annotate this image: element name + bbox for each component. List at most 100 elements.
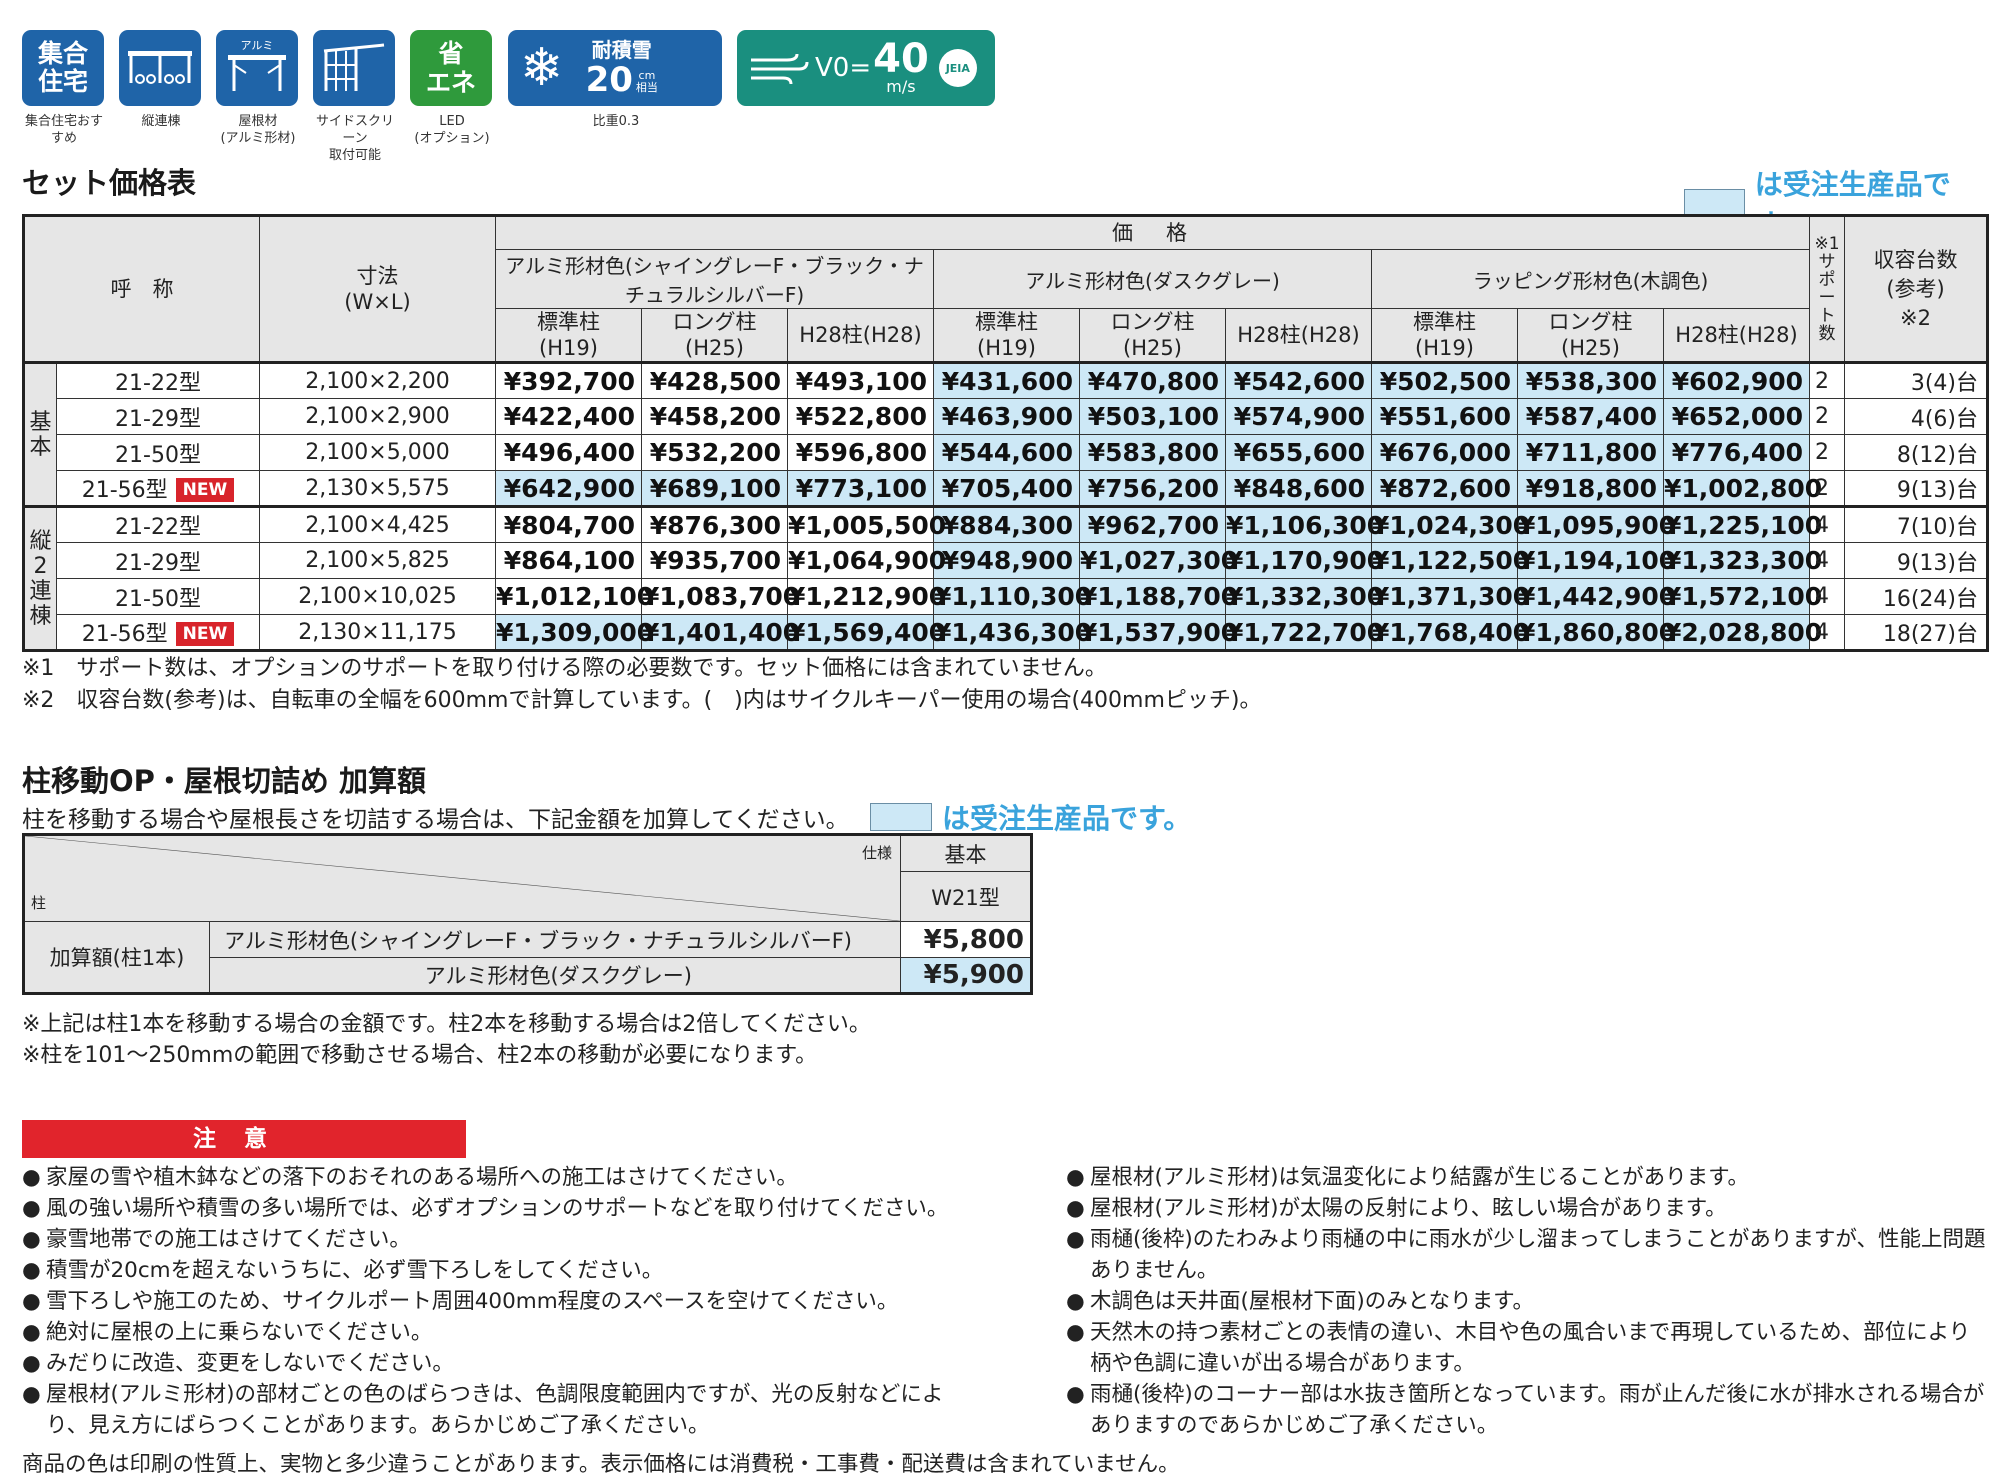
price-cell: ¥1,170,900 [1225,542,1384,579]
header-capacity: 収容台数 (参考) ※2 [1844,215,1989,363]
model-name: 21-29型 [115,550,201,576]
price-cell: ¥1,194,100 [1517,542,1676,579]
price-cell: ¥804,700 [495,505,642,543]
price-cell: ¥689,100 [641,470,788,507]
aluminum-label: アルミ [240,39,274,52]
bullet-icon: ● [22,1351,41,1376]
price-cell: ¥705,400 [933,470,1080,507]
header-price: 価 格 [494,215,1811,250]
price-cell: ¥1,860,800 [1517,614,1676,651]
caution-text: 雪下ろしや施工のため、サイクルポート周囲400mm程度のスペースを空けてください… [46,1289,899,1314]
addon-header-row-1: 仕様 柱 基本 [23,834,1032,922]
caution-item: ● 積雪が20cmを超えないうちに、必ず雪下ろしをしてください。 [22,1255,972,1286]
model-name-cell: 21-50型 [56,434,260,471]
model-name: 21-22型 [115,515,201,540]
caution-text: 風の強い場所や積雪の多い場所では、必ずオプションのサポートなどを取り付けてくださ… [46,1196,949,1221]
subheader-2-2: H28柱(H28) [1662,308,1811,363]
price-cell: ¥422,400 [495,398,642,435]
model-name-cell: 21-22型 [56,361,260,399]
price-cell: ¥1,442,900 [1517,578,1676,615]
price-cell: ¥544,600 [933,434,1080,471]
capacity: 3(4)台 [1844,361,1989,399]
feature-snow-load: ❄ 耐積雪 20 cm 相当 比重0.3 [508,30,724,130]
bullet-icon: ● [22,1258,41,1283]
section-label: 基 本 [23,361,57,507]
group-aluminum-standard: アルミ形材色(シャイングレーF・ブラック・ナチュラルシルバーF) [495,249,934,309]
price-cell: ¥1,722,700 [1225,614,1384,651]
price-row: 21-50型 2,100×10,025 ¥1,012,100 ¥1,083,700 ¥1… [24,578,1989,615]
caution-right-column: ● 屋根材(アルミ形材)は気温変化により結露が生じることがあります。 ● 屋根材(アル… [1066,1162,1991,1441]
energy-caption: LED (オプション) [414,114,490,146]
jeia-badge: JEIA [938,49,977,87]
caution-item: ● 木調色は天井面(屋根材下面)のみとなります。 [1066,1286,1991,1317]
price-cell: ¥1,371,300 [1371,578,1530,615]
model-name: 21-29型 [115,406,201,432]
header-name: 呼 称 [23,215,260,363]
addon-color-dusk: アルミ形材色(ダスクグレー) [209,957,901,994]
dimension: 2,100×10,025 [259,578,496,615]
addon-row-label: 加算額(柱1本) [23,921,210,994]
tandem-carport-icon [119,30,201,106]
price-cell: ¥551,600 [1371,398,1518,435]
snow-label: 耐積雪 [591,38,652,62]
snow-unit: cm 相当 [635,69,658,94]
caution-header: 注意 [22,1120,466,1158]
set-price-table: 呼 称 寸法 (W×L) 価 格 ※1 サポート数 収容台数 (参考) ※2 ア… [22,214,1990,652]
caution-text: 雨樋(後枠)のコーナー部は水抜き箇所となっています。雨が止んだ後に水が排水される… [1090,1382,1985,1438]
price-cell: ¥1,572,100 [1662,578,1822,615]
dimension: 2,100×5,825 [259,542,496,579]
tandem-caption: 縦連棟 [141,114,181,129]
caution-text: 絶対に屋根の上に乗らないでください。 [46,1320,433,1345]
price-cell: ¥1,005,500 [787,505,946,543]
bullet-icon: ● [22,1196,41,1221]
caution-text: 積雪が20cmを超えないうちに、必ず雪下ろしをしてください。 [46,1258,664,1283]
price-cell: ¥1,569,400 [787,614,946,651]
wind-value: 40 [873,36,929,82]
price-cell: ¥1,188,700 [1079,578,1238,615]
group-aluminum-dusk: アルミ形材色(ダスクグレー) [933,249,1372,309]
price-cell: ¥935,700 [641,542,788,579]
price-cell: ¥676,000 [1371,434,1518,471]
price-row: 21-56型 NEW 2,130×11,175 ¥1,309,000 ¥1,401,40… [24,614,1989,651]
footer-disclaimer: 商品の色は印刷の性質上、実物と多少違うことがあります。表示価格には消費税・工事費… [22,1452,1180,1477]
subheader-1-2: H28柱(H28) [1225,308,1372,363]
set-price-title: セット価格表 [22,166,197,200]
model-name-cell: 21-56型 NEW [56,470,260,507]
price-row: 21-56型 NEW 2,130×5,575 ¥642,900 ¥689,100 ¥773… [24,470,1989,507]
price-cell: ¥1,323,300 [1662,542,1822,579]
energy-saving-icon: 省 エネ [410,30,492,106]
model-name-cell: 21-22型 [56,505,260,543]
price-cell: ¥583,800 [1079,434,1226,471]
price-cell: ¥711,800 [1517,434,1664,471]
price-cell: ¥1,012,100 [495,578,654,615]
bullet-icon: ● [1066,1227,1085,1252]
price-cell: ¥502,500 [1371,361,1518,399]
price-cell: ¥493,100 [787,361,934,399]
price-cell: ¥872,600 [1371,470,1518,507]
price-cell: ¥642,900 [495,470,642,507]
price-cell: ¥602,900 [1662,361,1811,399]
price-cell: ¥532,200 [641,434,788,471]
apartment-icon: 集合 住宅 [22,30,104,106]
subheader-0-0: 標準柱 (H19) [495,308,642,363]
caution-text: みだりに改造、変更をしないでください。 [46,1351,454,1376]
price-cell: ¥1,768,400 [1371,614,1530,651]
addon-note-2: ※柱を101～250mmの範囲で移動させる場合、柱2本の移動が必要になります。 [22,1043,818,1068]
feature-aluminum-roof: アルミ 屋根材 (アルミ形材) [216,30,300,147]
price-cell: ¥1,002,800 [1662,470,1822,507]
header-support: ※1 サポート数 [1809,215,1846,363]
feature-icon-row: 集合 住宅 集合住宅おすすめ 縦連棟 アルミ 屋根材 (アルミ形材) サイドスク… [22,30,1022,163]
price-cell: ¥538,300 [1517,361,1664,399]
support-count: 2 [1809,398,1846,435]
price-cell: ¥1,436,300 [933,614,1092,651]
header-dimension: 寸法 (W×L) [259,215,496,363]
price-cell: ¥596,800 [787,434,934,471]
addon-header-model: W21型 [900,871,1032,922]
group-wrapping-wood: ラッピング形材色(木調色) [1370,249,1811,309]
caution-item: ● 風の強い場所や積雪の多い場所では、必ずオプションのサポートなどを取り付けてくだ… [22,1193,972,1224]
price-header-row-1: 呼 称 寸法 (W×L) 価 格 ※1 サポート数 収容台数 (参考) ※2 [23,215,1989,363]
price-cell: ¥1,225,100 [1662,505,1822,543]
price-cell: ¥1,401,400 [641,614,800,651]
capacity: 8(12)台 [1844,434,1989,471]
price-cell: ¥1,064,900 [787,542,946,579]
